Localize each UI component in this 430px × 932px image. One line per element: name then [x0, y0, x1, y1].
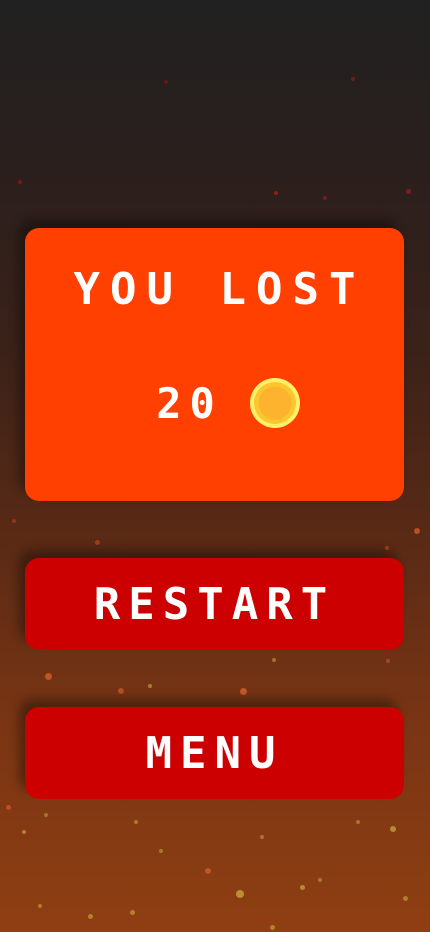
ember	[272, 658, 276, 662]
ember	[318, 878, 322, 882]
ember	[274, 191, 278, 195]
ember	[95, 540, 100, 545]
ember	[323, 196, 327, 200]
ember	[134, 820, 138, 824]
ember	[148, 684, 152, 688]
ember	[130, 910, 135, 915]
ember	[390, 826, 396, 832]
ember	[414, 528, 420, 534]
menu-button[interactable]: MENU	[25, 707, 404, 799]
ember	[236, 890, 244, 898]
ember	[38, 904, 42, 908]
ember	[118, 688, 124, 694]
restart-button[interactable]: RESTART	[25, 558, 404, 650]
coin-amount: 20	[156, 378, 223, 428]
result-title: YOU LOST	[73, 264, 366, 315]
ember	[45, 673, 52, 680]
result-card: YOU LOST 20	[25, 228, 404, 501]
ember	[44, 813, 48, 817]
ember	[260, 835, 264, 839]
ember	[385, 546, 389, 550]
ember	[300, 885, 305, 890]
coin-reward-row: 20	[25, 375, 404, 431]
ember	[88, 914, 93, 919]
ember	[403, 896, 408, 901]
ember	[240, 688, 247, 695]
ember	[205, 868, 211, 874]
ember	[270, 925, 275, 930]
ember	[406, 189, 411, 194]
gold-coin-icon	[249, 378, 300, 428]
ember	[356, 820, 360, 824]
ember	[164, 80, 168, 84]
ember	[12, 519, 16, 523]
ember	[18, 180, 22, 184]
ember	[22, 830, 26, 834]
ember	[351, 77, 355, 81]
ember	[6, 805, 11, 810]
ember	[386, 659, 390, 663]
ember	[159, 849, 163, 853]
